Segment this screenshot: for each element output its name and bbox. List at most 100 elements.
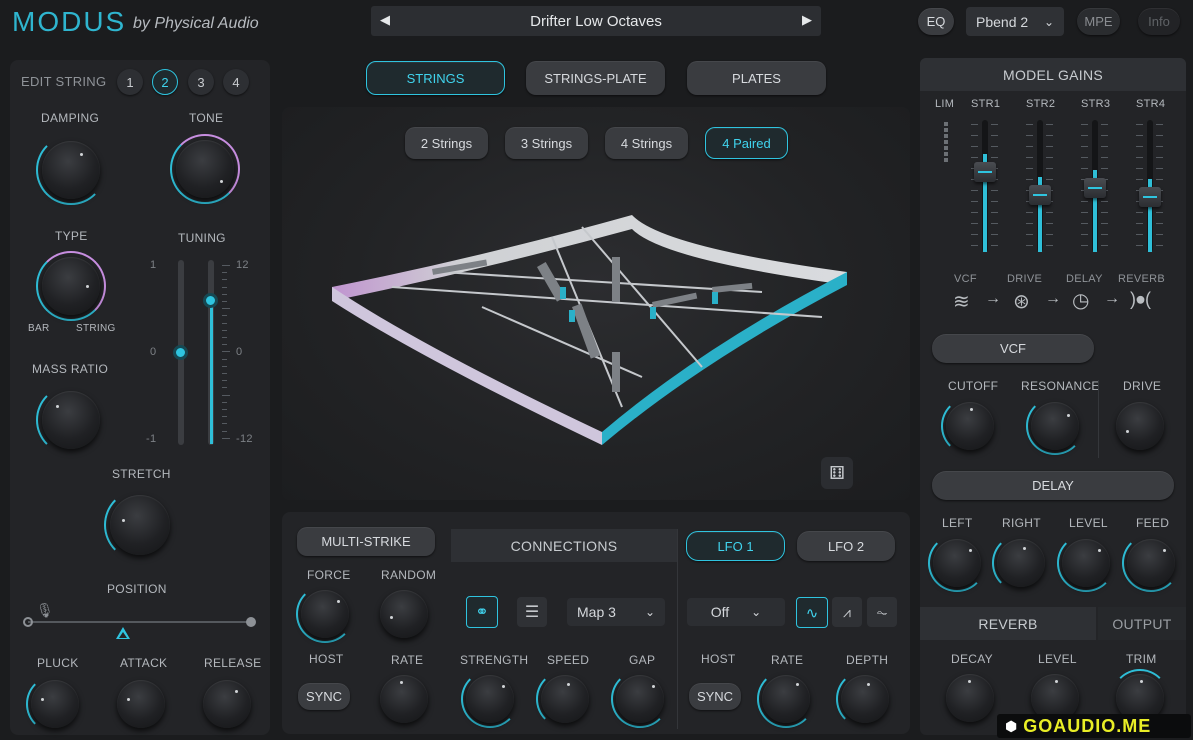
preset-name: Drifter Low Octaves xyxy=(530,13,662,30)
edit-string-label: EDIT STRING xyxy=(21,74,107,89)
str1-gain-thumb[interactable] xyxy=(974,162,996,182)
multi-strike-button[interactable]: MULTI-STRIKE xyxy=(297,527,435,556)
delay-left-knob[interactable] xyxy=(933,539,981,587)
lim-label: LIM xyxy=(935,98,955,110)
strength-knob[interactable] xyxy=(466,675,514,723)
string-4-button[interactable]: 4 xyxy=(223,69,249,95)
tuning-tick xyxy=(222,401,227,403)
reverb-level-label: LEVEL xyxy=(1038,652,1077,666)
attack-knob[interactable] xyxy=(117,680,165,728)
map-value: Map 3 xyxy=(577,604,616,620)
str4-gain-thumb[interactable] xyxy=(1139,187,1161,207)
depth-knob[interactable] xyxy=(841,675,889,723)
strike-rate-knob[interactable] xyxy=(380,675,428,723)
type-knob[interactable] xyxy=(42,257,100,315)
reverb-icon[interactable]: )⦁( xyxy=(1130,289,1151,310)
tuning-tick xyxy=(222,373,227,374)
pitchbend-select[interactable]: Pbend 2 ⌄ xyxy=(966,7,1064,36)
mpe-button[interactable]: MPE xyxy=(1077,8,1120,35)
randomize-dice-icon[interactable]: ⚅ xyxy=(821,457,853,489)
arrow-right-icon: → xyxy=(985,290,1001,307)
speed-knob[interactable] xyxy=(541,675,589,723)
release-knob[interactable] xyxy=(203,680,251,728)
delay-level-label: LEVEL xyxy=(1069,516,1108,530)
info-button[interactable]: Info xyxy=(1138,8,1180,35)
stack-icon[interactable]: ☰ xyxy=(517,597,547,627)
drive-icon[interactable]: ⊛ xyxy=(1013,289,1030,314)
delay-clock-icon[interactable]: ◷ xyxy=(1072,288,1089,313)
decay-knob[interactable] xyxy=(946,674,994,722)
stretch-knob[interactable] xyxy=(110,495,170,555)
output-header[interactable]: OUTPUT xyxy=(1098,607,1186,640)
frame-left xyxy=(332,287,602,445)
delay-left-label: LEFT xyxy=(942,516,973,530)
lfo-rate-knob[interactable] xyxy=(762,675,810,723)
delay-level-knob[interactable] xyxy=(1062,539,1110,587)
drive-knob[interactable] xyxy=(1116,402,1164,450)
tuning-tick xyxy=(222,322,227,324)
chevron-down-icon: ⌄ xyxy=(751,605,762,619)
tuning-tick xyxy=(222,416,227,418)
tuning-tick xyxy=(222,329,227,331)
cutoff-label: CUTOFF xyxy=(948,379,999,393)
saw-wave-icon[interactable]: ⩘ xyxy=(832,597,862,627)
eq-button[interactable]: EQ xyxy=(918,8,954,35)
attack-label: ATTACK xyxy=(120,656,168,670)
tab-strings[interactable]: STRINGS xyxy=(366,61,505,95)
resonance-knob[interactable] xyxy=(1031,402,1079,450)
tab-plates[interactable]: PLATES xyxy=(687,61,826,95)
random-wave-icon[interactable]: ⏦ xyxy=(867,597,897,627)
next-preset-icon[interactable]: ▶ xyxy=(802,12,812,28)
tuning-coarse-thumb[interactable] xyxy=(203,293,218,308)
limiter-led xyxy=(944,158,948,162)
random-label: RANDOM xyxy=(381,568,437,582)
delay-feed-knob[interactable] xyxy=(1127,539,1175,587)
string-1-button[interactable]: 1 xyxy=(117,69,143,95)
map-select[interactable]: Map 3 ⌄ xyxy=(567,598,665,626)
vcf-section-button[interactable]: VCF xyxy=(932,334,1094,363)
force-knob[interactable] xyxy=(301,590,349,638)
tuning-fine-thumb[interactable] xyxy=(173,345,188,360)
damping-knob[interactable] xyxy=(42,141,100,199)
link-icon[interactable]: ⚭ xyxy=(466,596,498,628)
str3-gain-thumb[interactable] xyxy=(1084,178,1106,198)
delay-section-button[interactable]: DELAY xyxy=(932,471,1174,500)
watermark: ⬢ GOAUDIO.ME xyxy=(997,714,1191,738)
filter-wave-icon[interactable]: ≋ xyxy=(953,289,970,314)
chevron-down-icon: ⌄ xyxy=(1043,14,1054,29)
position-slider[interactable] xyxy=(28,621,252,623)
gap-knob[interactable] xyxy=(616,675,664,723)
lfo-2-tab[interactable]: LFO 2 xyxy=(797,531,895,561)
random-knob[interactable] xyxy=(380,590,428,638)
tuning-tick xyxy=(222,337,227,338)
sine-wave-icon[interactable]: ∿ xyxy=(796,597,828,628)
reverb-header[interactable]: REVERB xyxy=(920,607,1096,640)
string-2-button[interactable]: 2 xyxy=(152,69,178,95)
damping-label: DAMPING xyxy=(41,111,100,125)
tuning-tick xyxy=(222,286,227,288)
tuning-tick xyxy=(222,308,230,310)
gap-label: GAP xyxy=(629,653,656,667)
str2-gain-thumb[interactable] xyxy=(1029,185,1051,205)
preset-bar[interactable]: ◀ Drifter Low Octaves ▶ xyxy=(371,6,821,36)
str3-label: STR3 xyxy=(1081,98,1111,110)
arrow-right-icon: → xyxy=(1045,290,1061,307)
tone-knob[interactable] xyxy=(176,140,234,198)
host-label: HOST xyxy=(309,652,344,666)
lfo-1-tab[interactable]: LFO 1 xyxy=(686,531,785,561)
lfo-sync-button[interactable]: SYNC xyxy=(689,683,741,710)
mass-ratio-knob[interactable] xyxy=(42,391,100,449)
force-label: FORCE xyxy=(307,568,351,582)
sync-button[interactable]: SYNC xyxy=(298,683,350,710)
watermark-text: GOAUDIO.ME xyxy=(1023,715,1152,736)
string-label: STRING xyxy=(76,323,116,334)
tab-strings-plate[interactable]: STRINGS-PLATE xyxy=(526,61,665,95)
string-3-button[interactable]: 3 xyxy=(188,69,214,95)
logo: MODUS xyxy=(12,6,127,37)
lfo-mode-select[interactable]: Off ⌄ xyxy=(687,598,785,626)
cutoff-knob[interactable] xyxy=(946,402,994,450)
pluck-knob[interactable] xyxy=(31,680,79,728)
delay-right-knob[interactable] xyxy=(997,539,1045,587)
instrument-3d-view[interactable] xyxy=(282,107,910,500)
tuning-tick xyxy=(222,315,227,317)
